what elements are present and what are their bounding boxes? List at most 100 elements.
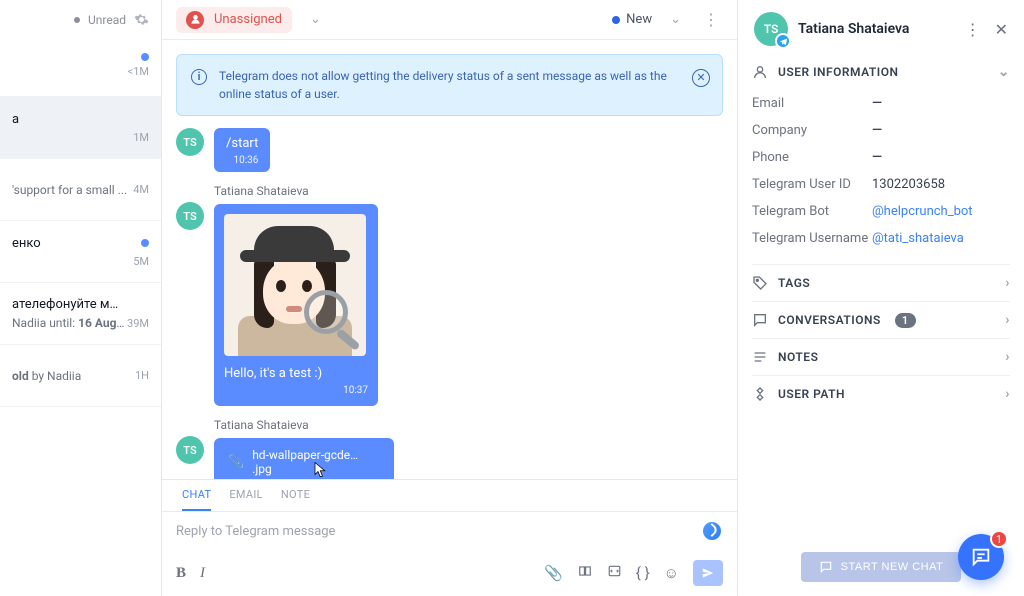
chat-panel: Unassigned ⌄ New ⌄ ⋮ i Telegram does not… [162, 0, 738, 596]
chat-body: i Telegram does not allow getting the de… [162, 40, 737, 479]
bold-icon[interactable]: B [176, 565, 186, 582]
close-icon[interactable]: ✕ [995, 20, 1008, 39]
snippet-icon[interactable] [607, 564, 622, 582]
user-info-rows: Email— Company— Phone— Telegram User ID1… [752, 90, 1010, 264]
item-time: 4M [133, 183, 149, 196]
chevron-right-icon: › [1005, 275, 1010, 291]
item-title: ателефонуйте м… [12, 297, 118, 312]
start-new-chat-button[interactable]: START NEW CHAT [801, 552, 962, 582]
message-text: Hello, it's a test :) [224, 366, 368, 381]
section-user-info[interactable]: USER INFORMATION ⌄ [752, 60, 1010, 90]
chevron-right-icon: › [1005, 349, 1010, 365]
field-value: — [872, 150, 882, 165]
item-time: 39M [127, 317, 149, 330]
section-notes[interactable]: NOTES › [752, 338, 1010, 375]
item-time: 1M [133, 131, 149, 144]
list-item[interactable]: old by Nadiia1H [0, 345, 161, 407]
tab-email[interactable]: EMAIL [229, 488, 263, 511]
conversation-list-panel: Unread <1M a 1M 'support for a small ...… [0, 0, 162, 596]
kb-icon[interactable] [577, 564, 593, 582]
message-image[interactable] [224, 214, 366, 356]
field-value: — [872, 96, 882, 111]
chevron-right-icon: › [1005, 312, 1010, 328]
section-label: NOTES [778, 350, 818, 364]
assignee-dropdown[interactable]: ⌄ [306, 8, 325, 31]
reply-placeholder: Reply to Telegram message [176, 524, 335, 539]
section-tags[interactable]: TAGS › [752, 264, 1010, 301]
section-conversations[interactable]: CONVERSATIONS 1 › [752, 301, 1010, 338]
field-value-link[interactable]: @helpcrunch_bot [872, 204, 973, 219]
unread-dot-icon [74, 17, 80, 23]
list-item[interactable]: <1M [0, 35, 161, 97]
tab-note[interactable]: NOTE [281, 488, 310, 511]
button-label: START NEW CHAT [841, 561, 944, 573]
chat-topbar: Unassigned ⌄ New ⌄ ⋮ [162, 0, 737, 40]
field-label: Telegram Bot [752, 204, 872, 219]
italic-icon[interactable]: I [200, 565, 205, 582]
paperclip-icon: 📎 [228, 455, 244, 470]
message-bubble[interactable]: /start 10:36 [214, 128, 270, 172]
chat-bubble-icon [819, 560, 833, 574]
field-label: Telegram User ID [752, 177, 872, 192]
attach-icon[interactable]: 📎 [544, 564, 563, 582]
status-dropdown[interactable]: ⌄ [666, 8, 685, 31]
avatar: TS [176, 202, 204, 230]
avatar: TS [754, 12, 788, 46]
user-name: Tatiana Shataieva [798, 21, 909, 37]
section-label: USER INFORMATION [778, 65, 899, 79]
unread-indicator-icon [141, 239, 149, 247]
file-bubble[interactable]: 📎 hd-wallpaper-gcde… .jpg 10:40 [214, 438, 394, 479]
unassigned-icon [186, 11, 204, 29]
item-title: енко [12, 236, 41, 251]
message-time: 10:37 [224, 385, 368, 396]
item-title: a [12, 112, 19, 127]
field-label: Telegram Username [752, 231, 872, 246]
more-menu[interactable]: ⋮ [699, 6, 723, 33]
chat-fab-icon [970, 546, 992, 568]
status-chip[interactable]: New [612, 12, 652, 27]
support-fab[interactable]: 1 [958, 534, 1004, 580]
section-label: USER PATH [778, 387, 845, 401]
app-root: Unread <1M a 1M 'support for a small ...… [0, 0, 1024, 596]
chat-icon [752, 312, 768, 328]
info-banner: i Telegram does not allow getting the de… [176, 54, 723, 116]
status-dot-icon [612, 16, 620, 24]
gear-icon[interactable] [134, 12, 149, 27]
list-item[interactable]: ателефонуйте м… Nadiia until: 16 Aug 2…3… [0, 283, 161, 345]
tag-icon [752, 275, 768, 291]
message-row: TS Tatiana Shataieva 📎 hd-wallpaper-gcde… [176, 418, 723, 479]
field-value-link[interactable]: @tati_shataieva [872, 231, 964, 246]
conversation-list: <1M a 1M 'support for a small ... 4M енко… [0, 35, 161, 596]
more-icon[interactable]: ⋮ [965, 20, 981, 39]
info-icon: i [191, 69, 207, 85]
unread-label: Unread [88, 13, 126, 27]
list-item[interactable]: енко 5M [0, 221, 161, 283]
grammarly-icon[interactable] [703, 522, 721, 540]
status-label: New [626, 12, 652, 27]
assignee-chip[interactable]: Unassigned [176, 7, 292, 33]
send-button[interactable] [693, 560, 723, 586]
user-panel: TS Tatiana Shataieva ⋮ ✕ USER INFORMATIO… [738, 0, 1024, 596]
list-item[interactable]: 'support for a small ... 4M [0, 159, 161, 221]
message-row: TS /start 10:36 [176, 128, 723, 172]
notes-icon [752, 349, 768, 365]
item-time: <1M [128, 65, 149, 78]
message-text: /start [226, 136, 258, 151]
close-banner-icon[interactable]: ✕ [692, 69, 710, 87]
item-sub: 'support for a small ... [12, 183, 127, 197]
list-item[interactable]: a 1M [0, 97, 161, 159]
chevron-right-icon: › [1005, 386, 1010, 402]
assignee-label: Unassigned [214, 12, 282, 27]
reply-input[interactable]: Reply to Telegram message [162, 512, 737, 554]
field-value: — [872, 123, 882, 138]
field-label: Email [752, 96, 872, 111]
message-bubble[interactable]: Hello, it's a test :) 10:37 [214, 204, 378, 406]
message-sender: Tatiana Shataieva [214, 184, 378, 198]
code-icon[interactable]: { } [636, 564, 650, 582]
section-userpath[interactable]: USER PATH › [752, 375, 1010, 412]
user-header: TS Tatiana Shataieva ⋮ ✕ [752, 8, 1010, 60]
composer: CHAT EMAIL NOTE Reply to Telegram messag… [162, 479, 737, 596]
composer-toolbar: B I 📎 { } ☺ [162, 554, 737, 596]
tab-chat[interactable]: CHAT [182, 488, 211, 511]
emoji-icon[interactable]: ☺ [664, 564, 679, 582]
